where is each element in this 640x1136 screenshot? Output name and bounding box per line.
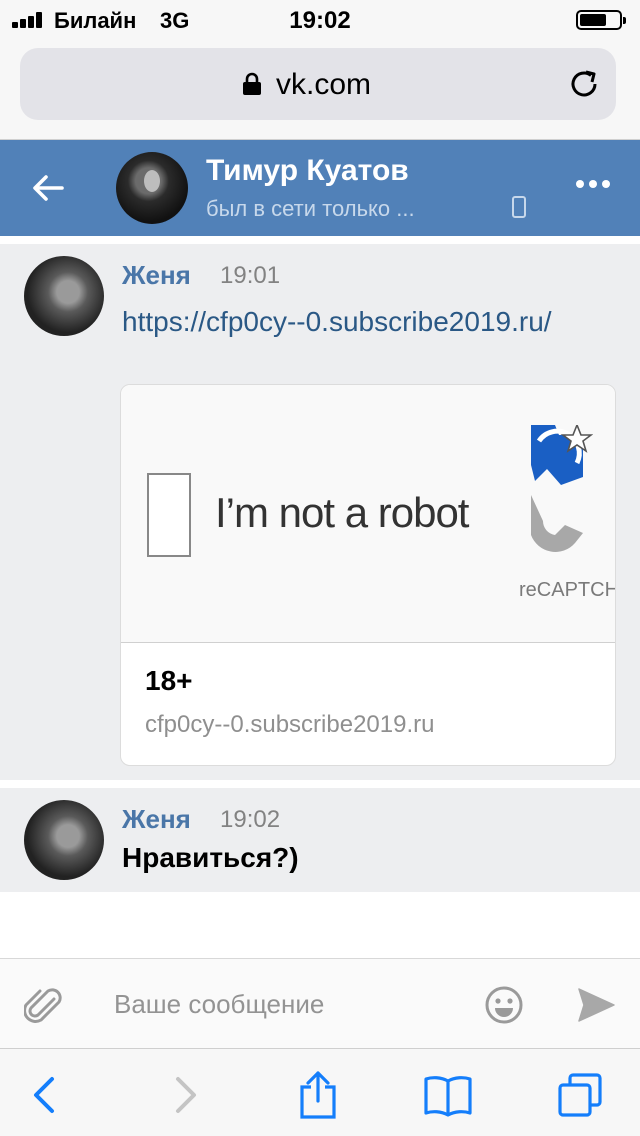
recaptcha-logo-icon — [531, 425, 593, 552]
chat-header: Тимур Куатов был в сети только ... — [0, 140, 640, 236]
message-time: 19:01 — [220, 262, 281, 289]
smiley-icon[interactable] — [484, 985, 524, 1025]
mobile-phone-icon — [512, 196, 526, 218]
captcha-brand: reCAPTCHA — [519, 579, 615, 601]
bookmarks-icon[interactable] — [424, 1071, 472, 1119]
reload-icon[interactable] — [566, 66, 602, 102]
status-time: 19:02 — [289, 7, 351, 34]
back-icon[interactable] — [22, 1071, 70, 1119]
link-preview-card[interactable]: I’m not a robot reCAPTCHA 18+ cfp0cy--0.… — [120, 384, 616, 766]
back-arrow-icon[interactable] — [28, 168, 68, 208]
captcha-checkbox — [147, 473, 191, 557]
battery-icon — [576, 10, 626, 30]
author-avatar[interactable] — [24, 800, 104, 880]
message-input[interactable]: Ваше сообщение — [114, 989, 324, 1020]
preview-domain: cfp0cy--0.subscribe2019.ru — [145, 711, 435, 738]
message-text: Нравиться?) — [122, 842, 299, 873]
contact-name[interactable]: Тимур Куатов — [206, 154, 409, 188]
message: Женя 19:01 https://cfp0cy--0.subscribe20… — [0, 244, 640, 780]
preview-image: I’m not a robot reCAPTCHA — [121, 385, 615, 643]
message-link[interactable]: https://cfp0cy--0.subscribe2019.ru/ — [122, 300, 622, 344]
message-time: 19:02 — [220, 806, 281, 833]
captcha-text: I’m not a robot — [215, 489, 469, 536]
address-bar[interactable]: vk.com — [20, 48, 616, 120]
forward-icon[interactable] — [160, 1071, 208, 1119]
url-text: vk.com — [276, 68, 372, 101]
lock-icon — [243, 72, 261, 95]
browser-address-area: vk.com — [0, 40, 640, 140]
author-name[interactable]: Женя — [122, 260, 191, 291]
contact-status: был в сети только ... — [206, 196, 415, 221]
author-name[interactable]: Женя — [122, 804, 191, 835]
contact-avatar[interactable] — [116, 152, 188, 224]
message: Женя 19:02 Нравиться?) — [0, 788, 640, 892]
more-dots-icon[interactable] — [576, 180, 610, 190]
preview-title: 18+ — [145, 665, 193, 696]
message-composer: Ваше сообщение — [0, 958, 640, 1048]
tabs-icon[interactable] — [556, 1071, 604, 1119]
author-avatar[interactable] — [24, 256, 104, 336]
status-bar: Билайн 3G 19:02 — [0, 0, 640, 40]
share-icon[interactable] — [294, 1071, 342, 1119]
paperclip-icon[interactable] — [24, 983, 64, 1027]
message-list: Женя 19:01 https://cfp0cy--0.subscribe20… — [0, 236, 640, 958]
send-icon[interactable] — [576, 985, 616, 1025]
browser-toolbar — [0, 1048, 640, 1136]
